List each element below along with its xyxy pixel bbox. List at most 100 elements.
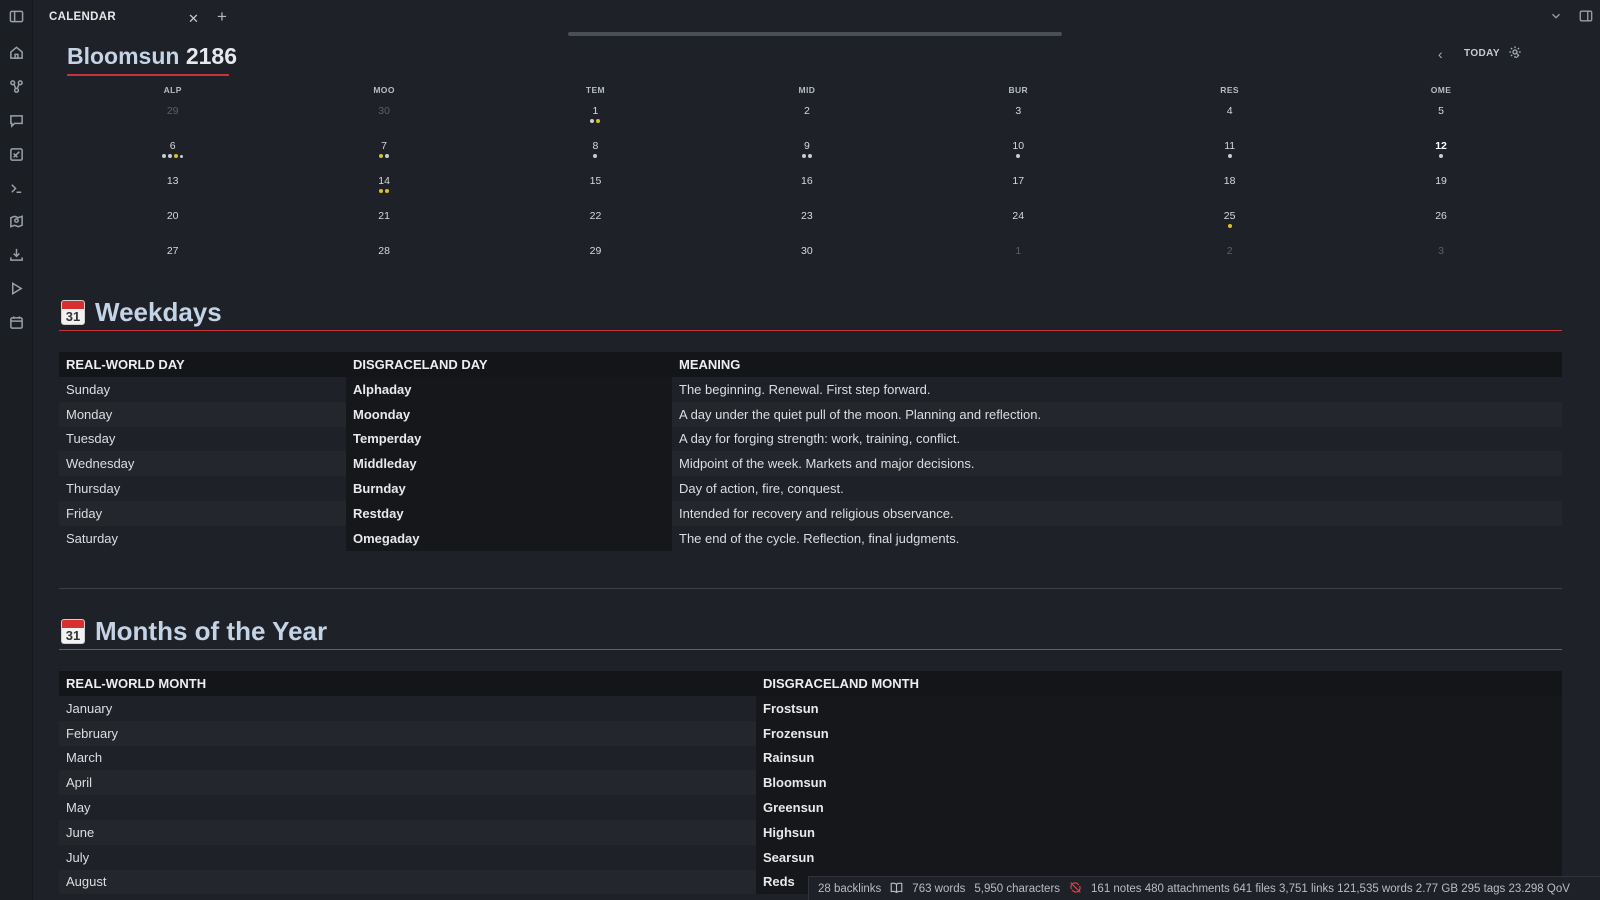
calendar-day[interactable]: 19 — [1335, 174, 1546, 209]
calendar-day[interactable]: 28 — [278, 244, 489, 279]
note-dots — [67, 224, 278, 230]
table-cell: August — [59, 869, 756, 895]
calendar-day[interactable]: 4 — [1124, 104, 1335, 139]
calendar-day[interactable]: 26 — [1335, 209, 1546, 244]
calendar-day[interactable]: 18 — [1124, 174, 1335, 209]
note-dots — [490, 224, 701, 230]
calendar-day[interactable]: 22 — [490, 209, 701, 244]
calendar-day[interactable]: 1 — [913, 244, 1124, 279]
terminal-icon[interactable] — [8, 180, 25, 197]
day-number: 3 — [1015, 105, 1022, 117]
calendar-day[interactable]: 29 — [67, 104, 278, 139]
calendar-day[interactable]: 8 — [490, 139, 701, 174]
divider — [59, 588, 1562, 589]
calendar-day[interactable]: 30 — [701, 244, 912, 279]
calendar-emoji-icon: 31 — [61, 300, 85, 325]
calendar-day[interactable]: 2 — [1124, 244, 1335, 279]
note-dots — [67, 154, 278, 160]
calendar-week: 29 30 1 2 3 4 5 — [67, 104, 1547, 139]
calendar-day[interactable]: 23 — [701, 209, 912, 244]
calendar-day[interactable]: 16 — [701, 174, 912, 209]
calendar-day[interactable]: 10 — [913, 139, 1124, 174]
map-icon[interactable] — [8, 213, 25, 230]
word-count: 763 words — [912, 882, 966, 895]
calendar-week: 20 21 22 23 24 25 26 — [67, 209, 1547, 244]
day-number: 10 — [1012, 140, 1025, 152]
table-cell: Greensun — [756, 795, 1562, 820]
calendar-day[interactable]: 7 — [278, 139, 489, 174]
calendar-day[interactable]: 6 — [67, 139, 278, 174]
today-button[interactable]: TODAY — [1464, 48, 1500, 59]
table-cell: Friday — [59, 500, 346, 526]
tab-calendar[interactable]: CALENDAR ✕ — [33, 0, 208, 34]
calendar-day[interactable]: 30 — [278, 104, 489, 139]
calendar-day[interactable]: 12 — [1335, 139, 1546, 174]
close-icon[interactable]: ✕ — [188, 11, 199, 27]
column-header: DISGRACELAND DAY — [346, 352, 672, 377]
note-dots — [1335, 154, 1546, 160]
note-dot — [385, 154, 390, 158]
calendar-month: Bloomsun — [67, 43, 180, 69]
table-row: Thursday Burnday Day of action, fire, conq… — [59, 476, 1562, 501]
calendar-day[interactable]: 13 — [67, 174, 278, 209]
weekdays-heading: 31 Weekdays — [61, 297, 222, 328]
note-dots — [1124, 259, 1335, 265]
reading-icon[interactable] — [890, 881, 903, 897]
note-dots — [278, 224, 489, 230]
canvas-icon[interactable] — [8, 146, 25, 163]
calendar-day[interactable]: 3 — [1335, 244, 1546, 279]
table-row: March Rainsun — [59, 745, 1562, 771]
calendar-day[interactable]: 1 — [490, 104, 701, 139]
vault-statistics: 161 notes 480 attachments 641 files 3,75… — [1091, 882, 1570, 895]
new-tab-icon[interactable]: + — [217, 7, 227, 27]
calendar-day[interactable]: 11 — [1124, 139, 1335, 174]
calendar-weekday-header: ALP MOO TEM MID BUR RES OME — [67, 84, 1547, 104]
tab-title: CALENDAR — [49, 11, 116, 23]
note-dots — [67, 259, 278, 265]
status-bar: 28 backlinks 763 words 5,950 characters … — [808, 876, 1600, 900]
play-icon[interactable] — [8, 280, 25, 297]
table-cell: May — [59, 795, 756, 820]
day-number: 1 — [1015, 245, 1022, 257]
gear-icon[interactable] — [1508, 45, 1522, 62]
calendar-day[interactable]: 5 — [1335, 104, 1546, 139]
calendar-day[interactable]: 27 — [67, 244, 278, 279]
calendar-day[interactable]: 25 — [1124, 209, 1335, 244]
graph-view-icon[interactable] — [8, 78, 25, 95]
calendar-day[interactable]: 20 — [67, 209, 278, 244]
calendar-day[interactable]: 21 — [278, 209, 489, 244]
home-icon[interactable] — [8, 44, 25, 61]
calendar-day[interactable]: 17 — [913, 174, 1124, 209]
sidebar-toggle-icon[interactable] — [8, 8, 25, 25]
note-dot — [596, 119, 601, 123]
calendar-day[interactable]: 29 — [490, 244, 701, 279]
backlinks-count[interactable]: 28 backlinks — [818, 883, 881, 895]
table-row: April Bloomsun — [59, 770, 1562, 796]
note-dots — [1124, 119, 1335, 125]
note-dots — [913, 224, 1124, 230]
download-icon[interactable] — [8, 246, 25, 263]
note-dots — [701, 224, 912, 230]
day-number: 20 — [166, 210, 179, 222]
table-cell: Frostsun — [756, 696, 1562, 721]
chevron-down-icon[interactable] — [1549, 9, 1563, 28]
calendar-day[interactable]: 3 — [913, 104, 1124, 139]
calendar-day[interactable]: 2 — [701, 104, 912, 139]
calendar-icon[interactable] — [8, 314, 25, 331]
note-dot — [593, 154, 598, 158]
weekday-label: BUR — [1008, 85, 1029, 95]
calendar-day[interactable]: 9 — [701, 139, 912, 174]
chat-icon[interactable] — [8, 112, 25, 129]
right-sidebar-toggle-icon[interactable] — [1579, 9, 1593, 28]
sync-off-icon[interactable] — [1069, 881, 1082, 897]
calendar-day[interactable]: 14 — [278, 174, 489, 209]
note-dots — [1124, 224, 1335, 230]
calendar-day[interactable]: 15 — [490, 174, 701, 209]
note-dots — [1124, 154, 1335, 160]
chevron-left-icon[interactable]: ‹ — [1438, 46, 1443, 62]
calendar-day[interactable]: 24 — [913, 209, 1124, 244]
table-cell: Saturday — [59, 525, 346, 551]
note-dot — [801, 154, 806, 158]
table-cell: Alphaday — [346, 377, 672, 402]
note-dot — [590, 119, 595, 123]
